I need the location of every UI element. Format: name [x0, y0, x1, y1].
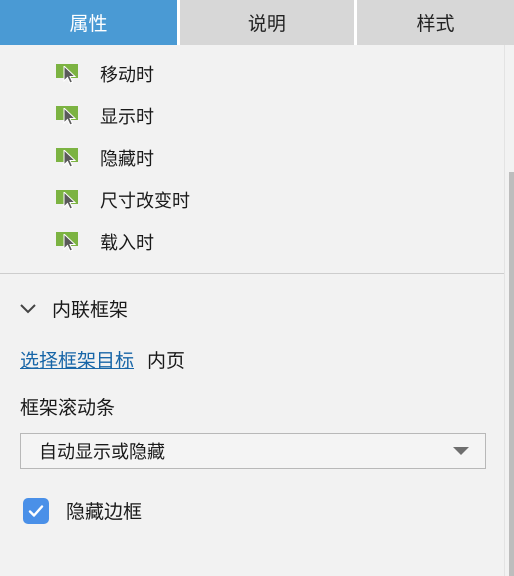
list-item-label: 尺寸改变时 [100, 191, 190, 212]
check-icon [28, 504, 44, 517]
list-item[interactable]: 移动时 [0, 53, 514, 95]
list-item-label: 显示时 [100, 107, 154, 128]
section-divider [0, 273, 514, 274]
scrollbar-thumb[interactable] [509, 172, 514, 576]
hide-border-checkbox[interactable] [23, 497, 49, 524]
hide-border-row[interactable]: 隐藏边框 [0, 497, 514, 524]
list-item[interactable]: 载入时 [0, 221, 514, 263]
list-item[interactable]: 尺寸改变时 [0, 179, 514, 221]
tab-style-label: 样式 [416, 13, 455, 35]
tab-style[interactable]: 样式 [356, 0, 514, 45]
frame-target-value: 内页 [147, 350, 186, 372]
list-item[interactable]: 隐藏时 [0, 137, 514, 179]
list-item-label: 载入时 [100, 233, 154, 254]
event-cursor-icon [56, 106, 82, 126]
section-title: 内联框架 [52, 298, 129, 321]
section-header-iframe[interactable]: 内联框架 [0, 286, 514, 330]
properties-panel: 移动时 显示时 隐藏时 尺寸改变时 载入时 内联框架 选择框架目标 内页 框架滚… [0, 45, 514, 576]
select-frame-target-link[interactable]: 选择框架目标 [20, 346, 134, 373]
vertical-scrollbar[interactable] [504, 45, 514, 576]
frame-scrollbar-label: 框架滚动条 [20, 397, 116, 419]
tab-properties-label: 属性 [69, 13, 108, 35]
event-cursor-icon [56, 190, 82, 210]
frame-scrollbar-select[interactable]: 自动显示或隐藏 [20, 433, 486, 469]
event-list: 移动时 显示时 隐藏时 尺寸改变时 载入时 [0, 45, 514, 263]
list-item[interactable]: 显示时 [0, 95, 514, 137]
tab-bar: 属性 说明 样式 [0, 0, 514, 45]
tab-properties[interactable]: 属性 [0, 0, 177, 45]
chevron-down-icon [453, 447, 469, 455]
list-item-label: 移动时 [100, 65, 154, 86]
event-cursor-icon [56, 64, 82, 84]
frame-target-row: 选择框架目标 内页 [0, 346, 514, 373]
tab-description-label: 说明 [247, 13, 286, 35]
event-cursor-icon [56, 232, 82, 252]
list-item-label: 隐藏时 [100, 149, 154, 170]
hide-border-label: 隐藏边框 [66, 501, 143, 523]
tab-description[interactable]: 说明 [179, 0, 354, 45]
frame-scrollbar-select-value: 自动显示或隐藏 [39, 442, 165, 463]
chevron-down-icon[interactable] [18, 298, 38, 318]
event-cursor-icon [56, 148, 82, 168]
